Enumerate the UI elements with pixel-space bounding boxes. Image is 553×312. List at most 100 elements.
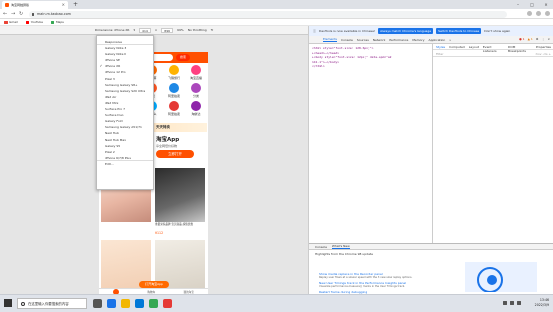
open-app-pill[interactable]: 打开淘宝App [139, 281, 169, 288]
warning-count: 1 [530, 37, 533, 41]
more-icon[interactable]: ⋮ [541, 37, 544, 41]
news-item[interactable]: New User Timings track in the Performanc… [319, 281, 454, 288]
chrome-icon[interactable] [149, 299, 158, 308]
styles-tab[interactable]: DOM Breakpoints [508, 45, 532, 53]
tab-whats-new[interactable]: What's New [331, 244, 350, 249]
search-button[interactable]: 搜索 [176, 54, 190, 61]
back-icon[interactable]: ← [3, 10, 7, 18]
address-bar[interactable]: main.m.taobao.com [29, 10, 507, 18]
device-option[interactable]: Edit... [97, 161, 153, 167]
edge-icon[interactable] [107, 299, 116, 308]
forward-icon[interactable]: → [11, 10, 15, 18]
maximize-button[interactable]: □ [525, 0, 539, 9]
promo-subtitle: 享全网低价好物 [156, 144, 178, 148]
product-image[interactable] [155, 168, 205, 222]
windows-taskbar: 在这里输入你要搜索的内容 13:46 2022/3/9 [0, 294, 553, 312]
browser-tab-strip: 淘宝网触屏版 × + – □ × [0, 0, 553, 9]
product-price: ¥112 [155, 231, 164, 235]
width-input[interactable]: 414 [139, 27, 151, 33]
styles-tab[interactable]: Event Listeners [483, 45, 504, 53]
throttle-select[interactable]: No throttling [188, 28, 207, 32]
bookmark-label: Gmail [9, 20, 18, 24]
windows-start-icon[interactable] [4, 299, 12, 307]
tab-elements[interactable]: Elements [323, 37, 337, 42]
tab-[interactable]: » [449, 38, 451, 42]
device-option-label: Pixel 2 [105, 149, 115, 154]
grid-item[interactable]: 阿里拍卖 [163, 83, 185, 98]
filter-controls[interactable]: :hov .cls + [535, 52, 551, 56]
device-option-label: iPad Mini [105, 100, 119, 105]
gmail-icon [4, 20, 8, 24]
close-icon[interactable]: × [547, 37, 550, 41]
taobao-favicon-icon [5, 3, 9, 7]
explorer-icon[interactable] [121, 299, 130, 308]
task-view-icon[interactable] [93, 299, 102, 308]
device-option-label: Surface Duo [105, 113, 124, 118]
device-option-label: Surface Pro 7 [105, 107, 126, 112]
window-controls: – □ × [511, 0, 553, 9]
maps-icon [50, 20, 55, 24]
grid-item-label: 分类 [192, 94, 199, 98]
tab-console[interactable]: Console [341, 38, 353, 42]
close-window-button[interactable]: × [539, 0, 553, 9]
tab-network[interactable]: Network [373, 38, 386, 42]
close-tab-icon[interactable]: × [62, 2, 65, 7]
network-icon[interactable] [503, 301, 507, 305]
device-option-label: Galaxy Note II [105, 52, 127, 57]
category-icon [169, 83, 179, 93]
news-desc: Replay user flows at a slower speed with… [319, 276, 413, 279]
grid-item[interactable]: 分类 [185, 83, 207, 98]
taskbar-search-input[interactable]: 在这里输入你要搜索的内容 [17, 298, 87, 309]
tab-sources[interactable]: Sources [357, 38, 369, 42]
rotate-icon[interactable]: ⟲ [211, 28, 214, 32]
app-icon[interactable] [163, 299, 172, 308]
code-line[interactable]: </html> [312, 64, 429, 69]
open-app-button[interactable]: 立即打开 [156, 150, 194, 158]
clock[interactable]: 13:46 2022/3/9 [535, 298, 549, 308]
product-title[interactable]: 重量米家品牌 宝贝商品 超值优惠 [155, 223, 205, 227]
device-option-label: iPad Air [105, 94, 117, 99]
tab-performance[interactable]: Performance [389, 38, 408, 42]
minimize-button[interactable]: – [511, 0, 525, 9]
tab-console[interactable]: Console [315, 245, 327, 249]
grid-item[interactable]: 淘鲜达 [185, 101, 207, 116]
grid-item[interactable]: 淘宝直播 [185, 65, 207, 80]
browser-tab[interactable]: 淘宝网触屏版 × [2, 1, 68, 9]
volume-icon[interactable] [510, 301, 514, 305]
new-tab-button[interactable]: + [73, 0, 78, 9]
device-option-label: Galaxy S5 [105, 143, 121, 148]
height-input[interactable]: 896 [161, 27, 174, 33]
category-icon [169, 101, 179, 111]
device-select[interactable]: Dimensions: iPhone XR [95, 28, 130, 32]
ime-icon[interactable] [517, 301, 521, 305]
extensions-icon[interactable] [527, 11, 532, 16]
menu-icon[interactable] [545, 11, 550, 16]
warning-badge[interactable]: ▲ 1 [528, 37, 533, 41]
styles-tab[interactable]: Computed [449, 45, 465, 49]
grid-item[interactable]: 飞猪旅行 [163, 65, 185, 80]
bookmark-gmail[interactable]: Gmail [4, 20, 18, 24]
error-badge[interactable]: ● 1 [519, 37, 525, 41]
grid-item-label: 飞猪旅行 [167, 76, 180, 80]
styles-tab[interactable]: Properties [536, 45, 551, 49]
styles-tab[interactable]: Layout [469, 45, 479, 49]
dont-show-button[interactable]: Don't show again [484, 29, 510, 33]
settings-gear-icon[interactable]: ⚙ [536, 37, 539, 41]
tab-application[interactable]: Application [429, 38, 446, 42]
styles-tab[interactable]: Styles [436, 45, 445, 49]
bookmark-maps[interactable]: Maps [50, 20, 64, 24]
profile-avatar[interactable] [536, 11, 541, 16]
switch-chinese-button[interactable]: Switch DevTools to Chinese [436, 28, 482, 34]
zoom-select[interactable]: 99% [177, 28, 184, 32]
reload-icon[interactable]: ↻ [19, 10, 23, 18]
news-item[interactable]: Show media replace in the Recorder panel… [319, 272, 454, 279]
match-language-button[interactable]: Always match Chrome's language [378, 28, 434, 34]
grid-item[interactable]: 阿里拍卖 [163, 101, 185, 116]
device-option-label: Galaxy Fold [105, 119, 123, 124]
tab-memory[interactable]: Memory [412, 38, 424, 42]
promo-heading: 天天特卖 [151, 123, 207, 132]
url-text: main.m.taobao.com [37, 11, 71, 16]
bookmark-youtube[interactable]: YouTube [25, 20, 43, 24]
device-option-label: Samsung Galaxy S20 Ultra [105, 88, 146, 93]
store-icon[interactable] [135, 299, 144, 308]
